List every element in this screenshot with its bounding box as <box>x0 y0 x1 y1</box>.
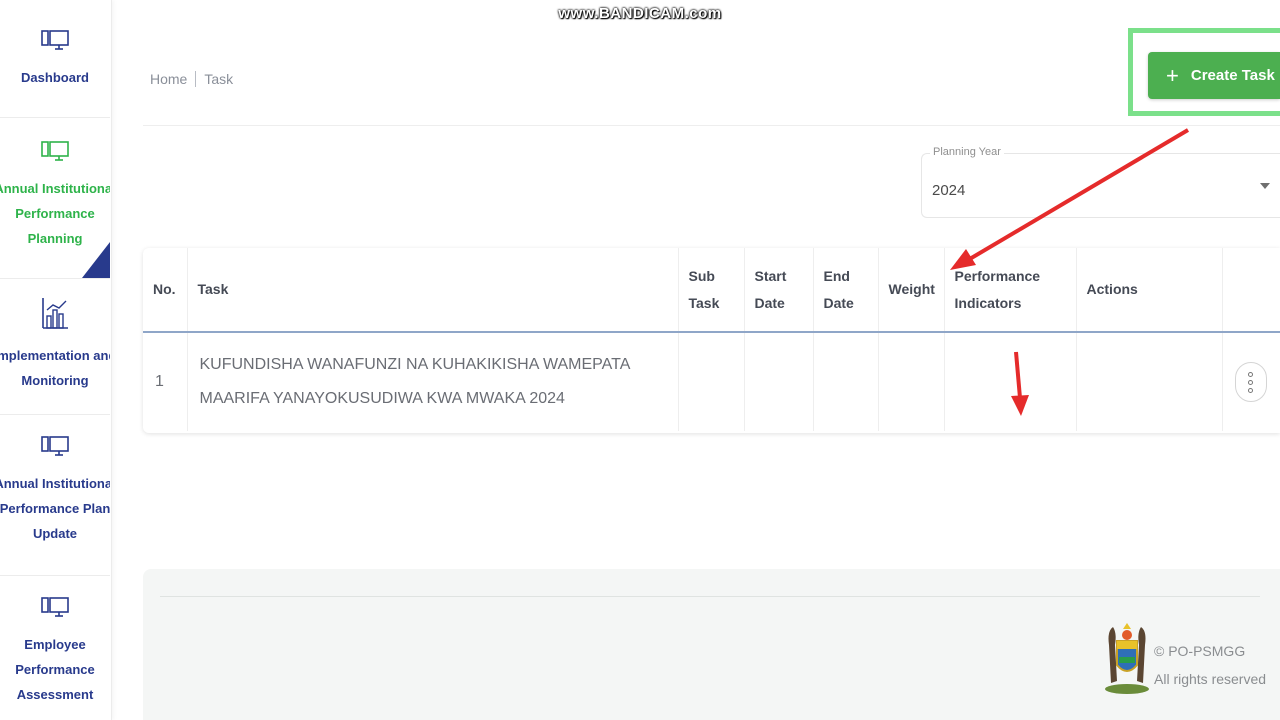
cell-no: 1 <box>155 373 164 390</box>
plus-icon: + <box>1166 62 1179 88</box>
column-header-task: Task <box>186 248 678 333</box>
coat-of-arms-icon <box>1103 621 1151 700</box>
column-header-sub-task: Sub Task <box>677 248 744 333</box>
more-vertical-icon[interactable] <box>1234 362 1267 402</box>
footer-copyright: © PO-PSMGG All rights reserved <box>1154 643 1267 687</box>
cell-start-date <box>743 332 813 431</box>
column-header-no: No. <box>143 248 187 333</box>
cell-end-date <box>812 332 878 431</box>
monitor-icon <box>41 597 69 624</box>
column-header-weight: Weight <box>877 248 944 333</box>
column-header-performance-indicators: Performance Indicators <box>943 248 1076 333</box>
column-header-start-date: Start Date <box>743 248 813 333</box>
column-header-menu <box>1221 248 1280 333</box>
cell-task: KUFUNDISHA WANAFUNZI NA KUHAKIKISHA WAME… <box>186 332 678 431</box>
active-indicator <box>82 242 110 278</box>
monitor-icon <box>41 436 69 463</box>
planning-year-select[interactable]: Planning Year 2024 <box>921 146 1280 218</box>
table-row[interactable]: 1 KUFUNDISHA WANAFUNZI NA KUHAKIKISHA WA… <box>143 332 1280 431</box>
breadcrumb-separator <box>195 71 197 87</box>
monitor-icon <box>41 141 69 168</box>
breadcrumb-home-link[interactable]: Home <box>150 71 187 87</box>
cell-performance-indicators <box>943 332 1076 431</box>
create-task-label: Create Task <box>1190 67 1275 84</box>
footer-divider <box>160 596 1260 597</box>
sidebar-item-annual-planning[interactable]: Annual Institutional Performance Plannin… <box>0 119 110 279</box>
monitor-icon <box>41 30 69 57</box>
chevron-down-icon <box>1260 183 1270 189</box>
breadcrumb-current: Task <box>204 71 234 87</box>
recording-watermark: www.BANDICAM.com <box>558 5 722 22</box>
column-header-actions: Actions <box>1075 248 1222 333</box>
column-header-end-date: End Date <box>812 248 878 333</box>
sidebar-item-implementation-monitoring[interactable]: Implementation and Monitoring <box>0 280 110 415</box>
bar-chart-icon <box>41 296 69 335</box>
cell-weight <box>877 332 944 431</box>
planning-year-value: 2024 <box>932 182 966 199</box>
sidebar-item-label: Annual Institutional Performance Plannin… <box>0 181 110 246</box>
sidebar: Dashboard Annual Institutional Performan… <box>0 0 112 720</box>
create-task-button[interactable]: + Create Task <box>1148 52 1280 99</box>
cell-actions <box>1075 332 1222 431</box>
sidebar-item-label: Annual Institutional Performance Plan Up… <box>0 476 110 541</box>
header-divider <box>143 125 1280 126</box>
sidebar-item-plan-update[interactable]: Annual Institutional Performance Plan Up… <box>0 416 110 576</box>
sidebar-item-label: Dashboard <box>21 70 89 85</box>
cell-menu <box>1221 332 1280 431</box>
footer: © PO-PSMGG All rights reserved <box>143 569 1280 720</box>
task-table: No. Task Sub Task Start Date End Date Weigh… <box>143 248 1280 431</box>
sidebar-item-label: Employee Performance Assessment <box>15 637 95 702</box>
sidebar-item-label: Implementation and Monitoring <box>0 348 110 388</box>
table-header-row: No. Task Sub Task Start Date End Date Weigh… <box>143 248 1280 333</box>
planning-year-label: Planning Year <box>930 146 1004 158</box>
sidebar-item-employee-assessment[interactable]: Employee Performance Assessment <box>0 577 110 720</box>
task-table-card: No. Task Sub Task Start Date End Date Weigh… <box>143 248 1280 433</box>
breadcrumb: Home Task <box>150 71 233 87</box>
cell-sub-task <box>677 332 744 431</box>
